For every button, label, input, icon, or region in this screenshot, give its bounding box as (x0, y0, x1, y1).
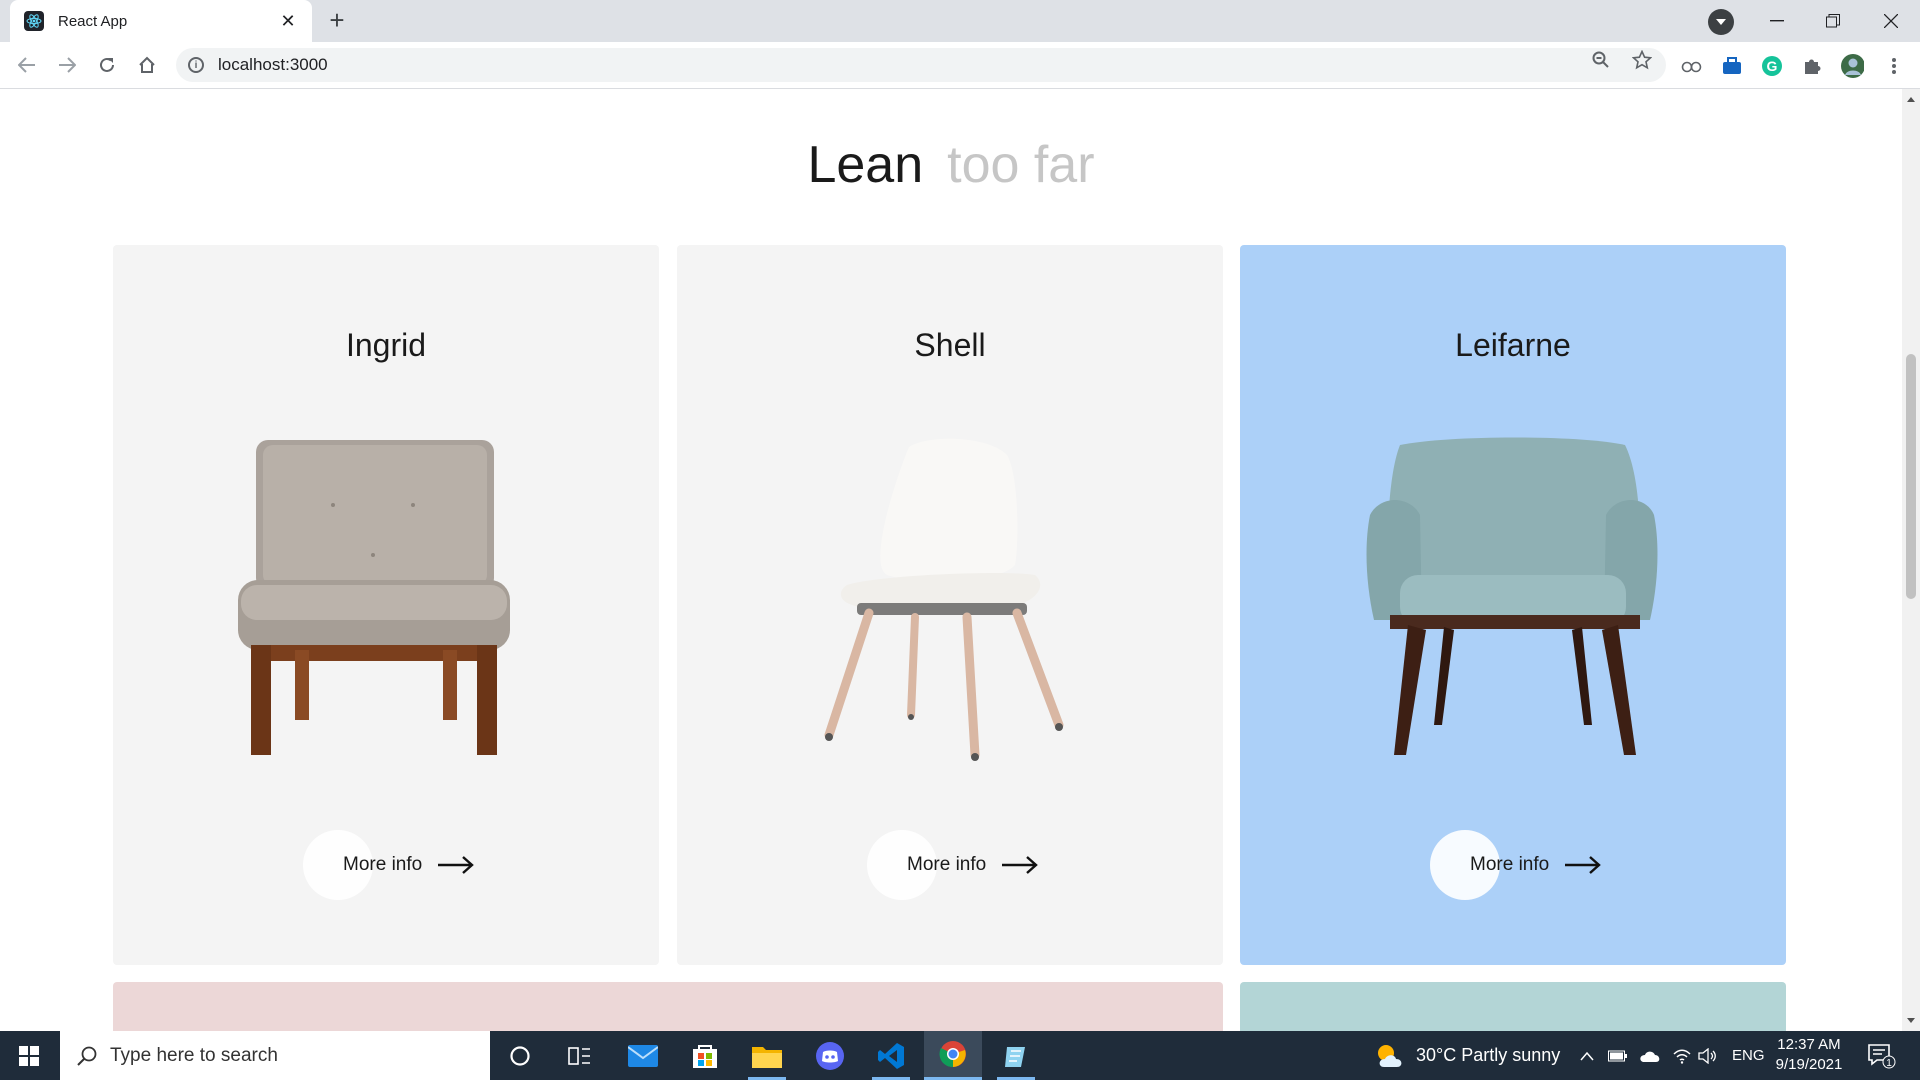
scrollbar-thumb[interactable] (1906, 354, 1916, 599)
page-heading: Lean too far (0, 135, 1902, 195)
extension-briefcase-icon[interactable] (1720, 54, 1744, 78)
search-placeholder: Type here to search (110, 1044, 278, 1066)
notification-count: 1 (1886, 1058, 1892, 1069)
page-scrollbar[interactable] (1902, 89, 1920, 1031)
product-card-teal-partial[interactable] (1240, 982, 1786, 1031)
restore-icon[interactable] (1808, 0, 1858, 42)
notepad-app-icon[interactable] (987, 1031, 1045, 1080)
profile-avatar[interactable] (1840, 54, 1864, 78)
tab-search-icon[interactable] (1708, 9, 1734, 35)
show-hidden-icons[interactable] (1580, 1031, 1594, 1080)
shell-chair-image (824, 438, 1064, 761)
extension-cloud-icon[interactable] (1680, 54, 1704, 78)
reload-icon[interactable] (92, 50, 122, 80)
heading-primary: Lean (807, 136, 924, 194)
product-card-leifarne[interactable]: Leifarne More info (1240, 245, 1786, 965)
heading-secondary: too far (947, 136, 1095, 194)
card-title: Ingrid (345, 327, 427, 363)
store-icon[interactable] (676, 1031, 734, 1080)
arrow-right-icon (1565, 856, 1602, 874)
url-text: localhost:3000 (218, 55, 328, 74)
file-explorer-icon[interactable] (738, 1031, 796, 1080)
new-tab-button[interactable]: + (322, 6, 352, 36)
more-info-label: More info (343, 854, 423, 875)
wifi-icon[interactable] (1672, 1031, 1692, 1080)
taskbar-search-input[interactable]: Type here to search (60, 1031, 490, 1080)
tab-close-icon[interactable]: ✕ (278, 11, 298, 32)
system-clock[interactable]: 12:37 AM 9/19/2021 (1766, 1035, 1852, 1075)
notification-center-icon[interactable]: 1 (1868, 1031, 1896, 1080)
site-info-icon[interactable]: i (188, 57, 204, 73)
clock-time: 12:37 AM (1777, 1036, 1841, 1053)
browser-toolbar: i localhost:3000 G (0, 42, 1920, 89)
windows-start-icon[interactable] (0, 1031, 58, 1080)
partly-sunny-icon (1378, 1044, 1402, 1067)
search-icon (77, 1046, 97, 1066)
zoom-icon[interactable] (1590, 49, 1612, 71)
more-info-button[interactable]: More info (867, 830, 1039, 900)
back-icon[interactable] (12, 50, 42, 80)
product-card-ingrid[interactable]: Ingrid More info (113, 245, 659, 965)
scroll-down-icon[interactable] (1907, 1018, 1915, 1023)
page-viewport: Lean too far Ingrid More info Shell More… (0, 89, 1902, 1031)
svg-text:G: G (1767, 58, 1778, 74)
volume-icon[interactable] (1698, 1031, 1718, 1080)
vscode-icon[interactable] (862, 1031, 920, 1080)
react-favicon-icon (24, 11, 44, 31)
home-icon[interactable] (132, 50, 162, 80)
more-info-button[interactable]: More info (303, 830, 475, 900)
browser-tab-strip: React App ✕ + (0, 0, 1920, 42)
clock-date: 9/19/2021 (1775, 1056, 1843, 1073)
discord-icon[interactable] (801, 1031, 859, 1080)
mail-icon[interactable] (614, 1031, 672, 1080)
browser-menu-icon[interactable] (1882, 54, 1906, 78)
weather-widget[interactable]: 30°C Partly sunny (1376, 1031, 1560, 1080)
weather-text: 30°C Partly sunny (1416, 1045, 1561, 1065)
card-title: Leifarne (1455, 327, 1571, 363)
card-title: Shell (914, 327, 986, 363)
address-bar[interactable]: i localhost:3000 (176, 48, 1666, 82)
extensions-puzzle-icon[interactable] (1800, 54, 1824, 78)
product-card-shell[interactable]: Shell More info (677, 245, 1223, 965)
battery-icon[interactable] (1608, 1031, 1628, 1080)
scroll-up-icon[interactable] (1907, 97, 1915, 102)
language-indicator[interactable]: ENG (1732, 1031, 1765, 1080)
task-view-icon[interactable] (551, 1031, 609, 1080)
cortana-icon[interactable] (491, 1031, 549, 1080)
close-window-icon[interactable] (1866, 0, 1916, 42)
minimize-icon[interactable] (1752, 0, 1802, 42)
onedrive-icon[interactable] (1639, 1031, 1661, 1080)
more-info-label: More info (907, 854, 987, 875)
browser-tab[interactable]: React App ✕ (10, 0, 312, 42)
arrow-right-icon (1002, 856, 1039, 874)
forward-icon[interactable] (52, 50, 82, 80)
bookmark-star-icon[interactable] (1631, 49, 1653, 71)
chrome-icon[interactable] (924, 1031, 982, 1080)
ingrid-chair-image (238, 440, 510, 755)
more-info-label: More info (1470, 854, 1550, 875)
tab-title: React App (58, 12, 128, 30)
windows-taskbar: Type here to search 30°C Partly sunny EN… (0, 1031, 1920, 1080)
more-info-button[interactable]: More info (1430, 830, 1602, 900)
arrow-right-icon (438, 856, 475, 874)
leifarne-chair-image (1366, 437, 1658, 755)
grammarly-icon[interactable]: G (1760, 54, 1784, 78)
product-card-pink-partial[interactable] (113, 982, 1223, 1031)
